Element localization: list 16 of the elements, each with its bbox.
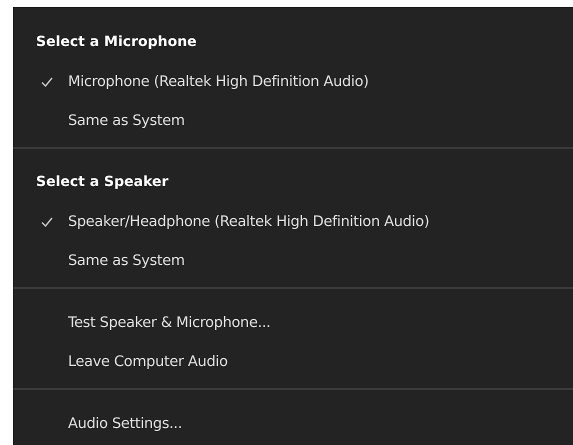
section-heading: Select a Speaker bbox=[35, 173, 170, 192]
menu-item[interactable]: Test Speaker & Microphone... bbox=[13, 303, 573, 342]
menu-item-label: Audio Settings... bbox=[68, 416, 182, 432]
menu-item[interactable]: Audio Settings... bbox=[13, 404, 573, 443]
section-heading: Select a Microphone bbox=[35, 33, 198, 52]
menu-item[interactable]: Leave Computer Audio bbox=[13, 342, 573, 381]
menu-item[interactable]: Same as System bbox=[13, 241, 573, 280]
menu-item-label: Test Speaker & Microphone... bbox=[68, 314, 270, 330]
menu-item[interactable]: Speaker/Headphone (Realtek High Definition Audio) bbox=[13, 202, 573, 241]
menu-item-label: Microphone (Realtek High Definition Audio) bbox=[68, 74, 369, 90]
menu-item-label: Same as System bbox=[68, 112, 185, 128]
menu-item[interactable]: Microphone (Realtek High Definition Audio) bbox=[13, 62, 573, 101]
menu-item-label: Leave Computer Audio bbox=[68, 354, 228, 370]
menu-item[interactable]: Same as System bbox=[13, 101, 573, 140]
menu-item-label: Speaker/Headphone (Realtek High Definition Audio) bbox=[68, 214, 430, 230]
menu-item-label: Same as System bbox=[68, 252, 185, 268]
